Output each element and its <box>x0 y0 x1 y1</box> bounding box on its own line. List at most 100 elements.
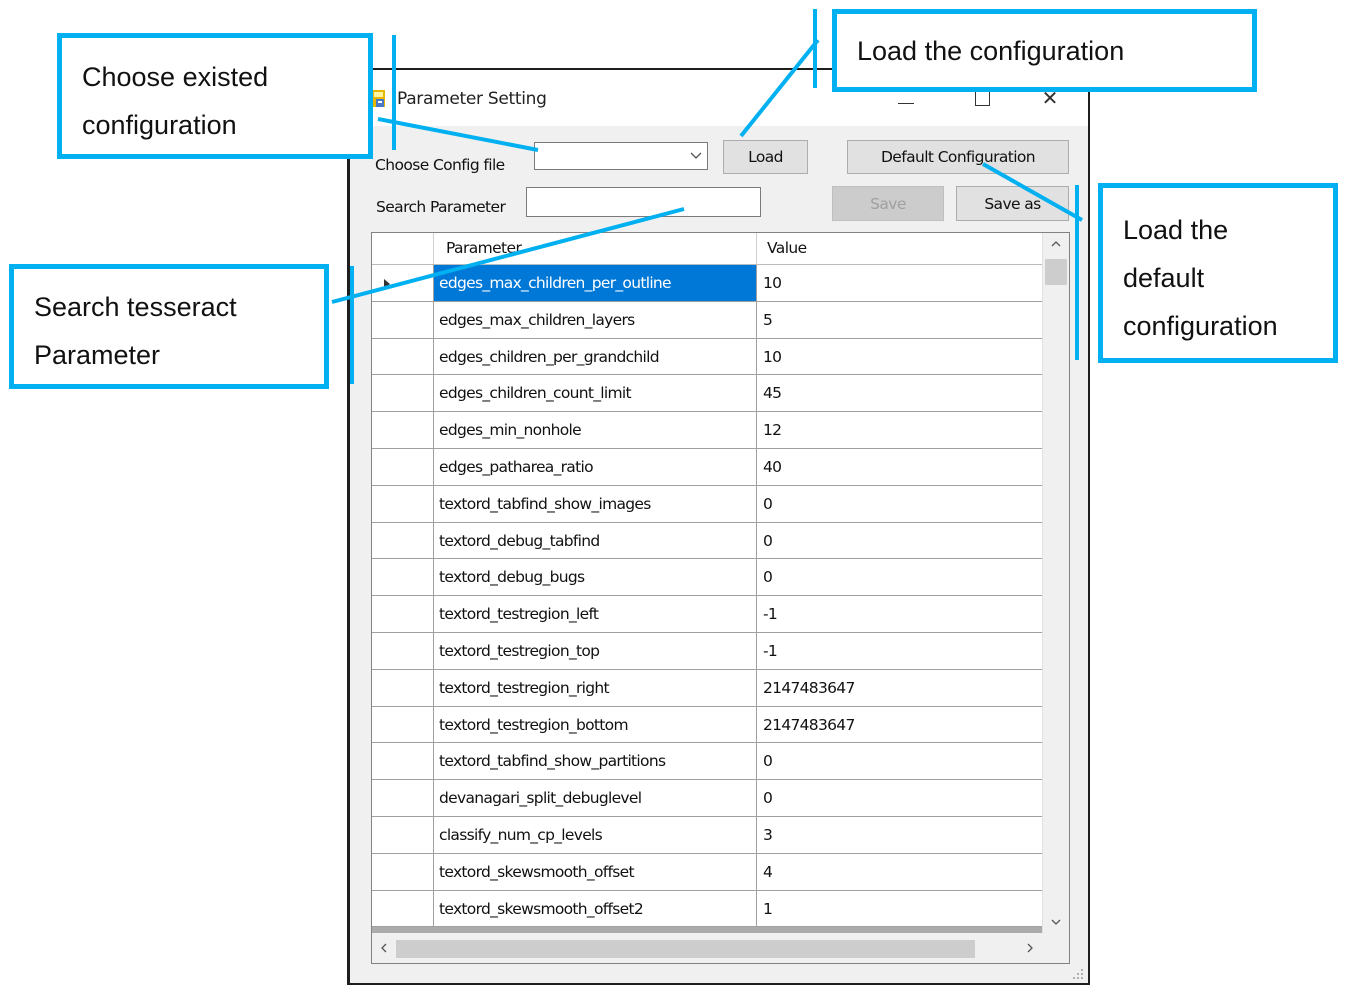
window-title: Parameter Setting <box>397 89 547 109</box>
grid-header: Parameter Value <box>372 233 1042 265</box>
row-header[interactable] <box>372 632 434 670</box>
row-header[interactable] <box>372 448 434 486</box>
save-button: Save <box>832 186 944 221</box>
value-cell[interactable]: 3 <box>757 816 1042 854</box>
row-header[interactable] <box>372 816 434 854</box>
table-row[interactable]: classify_num_cp_levels 3 <box>372 816 1042 854</box>
parameter-grid[interactable]: Parameter Value edges_max_children_per_o… <box>371 232 1070 964</box>
callout-text: configuration <box>1123 311 1278 341</box>
parameter-setting-window: Parameter Setting ✕ Choose Config file L… <box>347 68 1090 985</box>
value-cell[interactable]: 2147483647 <box>757 706 1042 744</box>
row-header[interactable] <box>372 485 434 523</box>
search-parameter-input[interactable] <box>526 187 761 217</box>
value-cell[interactable]: 45 <box>757 375 1042 413</box>
value-cell[interactable]: 0 <box>757 485 1042 523</box>
row-header-corner[interactable] <box>372 233 434 264</box>
horizontal-scrollbar[interactable] <box>372 933 1042 963</box>
parameter-cell[interactable]: textord_tabfind_show_partitions <box>434 743 757 781</box>
parameter-cell[interactable]: textord_skewsmooth_offset2 <box>434 890 757 928</box>
scroll-left-button[interactable] <box>372 933 396 963</box>
table-row[interactable]: textord_skewsmooth_offset 4 <box>372 853 1042 891</box>
table-row[interactable]: edges_max_children_layers 5 <box>372 301 1042 339</box>
row-header[interactable] <box>372 743 434 781</box>
table-row[interactable]: edges_min_nonhole 12 <box>372 412 1042 449</box>
parameter-cell[interactable]: devanagari_split_debuglevel <box>434 780 757 817</box>
table-row[interactable]: textord_debug_bugs 0 <box>372 559 1042 597</box>
parameter-cell[interactable]: textord_debug_tabfind <box>434 522 757 560</box>
value-cell[interactable]: 40 <box>757 448 1042 486</box>
table-row[interactable]: textord_testregion_bottom 2147483647 <box>372 706 1042 744</box>
value-cell[interactable]: 1 <box>757 890 1042 928</box>
row-header[interactable] <box>372 301 434 339</box>
value-cell[interactable]: 2147483647 <box>757 669 1042 707</box>
row-header[interactable] <box>372 265 434 302</box>
horizontal-scroll-thumb[interactable] <box>396 940 975 958</box>
callout-text: configuration <box>82 110 237 140</box>
row-header[interactable] <box>372 338 434 376</box>
row-header[interactable] <box>372 596 434 633</box>
value-cell[interactable]: 0 <box>757 522 1042 560</box>
scroll-down-button[interactable] <box>1043 911 1069 933</box>
table-row[interactable]: textord_testregion_top -1 <box>372 632 1042 670</box>
maximize-icon <box>974 90 990 106</box>
table-row[interactable]: textord_tabfind_show_partitions 0 <box>372 743 1042 781</box>
app-icon <box>372 90 385 107</box>
parameter-cell[interactable]: edges_children_count_limit <box>434 375 757 413</box>
parameter-cell[interactable]: textord_testregion_top <box>434 632 757 670</box>
value-cell[interactable]: 0 <box>757 559 1042 597</box>
row-header[interactable] <box>372 375 434 413</box>
table-row[interactable]: textord_debug_tabfind 0 <box>372 522 1042 560</box>
parameter-cell[interactable]: textord_testregion_right <box>434 669 757 707</box>
row-header[interactable] <box>372 890 434 928</box>
parameter-cell[interactable]: edges_patharea_ratio <box>434 448 757 486</box>
value-cell[interactable]: 0 <box>757 780 1042 817</box>
config-file-dropdown[interactable] <box>534 142 708 170</box>
parameter-cell[interactable]: edges_max_children_per_outline <box>434 265 757 302</box>
scroll-right-button[interactable] <box>1018 933 1042 963</box>
value-cell[interactable]: -1 <box>757 632 1042 670</box>
parameter-cell[interactable]: textord_skewsmooth_offset <box>434 853 757 891</box>
resize-grip-icon[interactable] <box>1072 968 1084 980</box>
value-cell[interactable]: 4 <box>757 853 1042 891</box>
value-cell[interactable]: 0 <box>757 743 1042 781</box>
row-header[interactable] <box>372 559 434 597</box>
config-file-label: Choose Config file <box>375 156 505 174</box>
parameter-cell[interactable]: textord_testregion_bottom <box>434 706 757 744</box>
row-header[interactable] <box>372 853 434 891</box>
table-row[interactable]: textord_testregion_right 2147483647 <box>372 669 1042 707</box>
chevron-left-icon <box>381 943 387 953</box>
table-row[interactable]: devanagari_split_debuglevel 0 <box>372 780 1042 817</box>
row-header[interactable] <box>372 522 434 560</box>
value-cell[interactable]: 5 <box>757 301 1042 339</box>
row-header[interactable] <box>372 412 434 449</box>
vertical-scrollbar[interactable] <box>1042 233 1069 933</box>
row-header[interactable] <box>372 706 434 744</box>
load-button[interactable]: Load <box>723 140 808 174</box>
parameter-cell[interactable]: textord_testregion_left <box>434 596 757 633</box>
table-row[interactable]: textord_testregion_left -1 <box>372 596 1042 633</box>
value-cell[interactable]: 10 <box>757 338 1042 376</box>
parameter-cell[interactable]: classify_num_cp_levels <box>434 816 757 854</box>
table-row[interactable]: textord_skewsmooth_offset2 1 <box>372 890 1042 928</box>
scroll-up-button[interactable] <box>1043 233 1069 255</box>
parameter-cell[interactable]: edges_min_nonhole <box>434 412 757 449</box>
row-header[interactable] <box>372 780 434 817</box>
table-row[interactable]: textord_tabfind_show_images 0 <box>372 485 1042 523</box>
value-cell[interactable]: 12 <box>757 412 1042 449</box>
row-header[interactable] <box>372 669 434 707</box>
vertical-scroll-thumb[interactable] <box>1045 259 1067 285</box>
table-row[interactable]: edges_max_children_per_outline 10 <box>372 265 1042 302</box>
value-cell[interactable]: -1 <box>757 596 1042 633</box>
table-row[interactable]: edges_patharea_ratio 40 <box>372 448 1042 486</box>
parameter-cell[interactable]: edges_children_per_grandchild <box>434 338 757 376</box>
table-row[interactable]: edges_children_per_grandchild 10 <box>372 338 1042 376</box>
save-as-button[interactable]: Save as <box>956 186 1069 221</box>
parameter-cell[interactable]: edges_max_children_layers <box>434 301 757 339</box>
parameter-cell[interactable]: textord_debug_bugs <box>434 559 757 597</box>
table-row[interactable]: edges_children_count_limit 45 <box>372 375 1042 413</box>
default-configuration-button[interactable]: Default Configuration <box>847 140 1069 174</box>
value-cell[interactable]: 10 <box>757 265 1042 302</box>
column-header-parameter[interactable]: Parameter <box>434 233 757 264</box>
parameter-cell[interactable]: textord_tabfind_show_images <box>434 485 757 523</box>
column-header-value[interactable]: Value <box>757 233 1042 264</box>
